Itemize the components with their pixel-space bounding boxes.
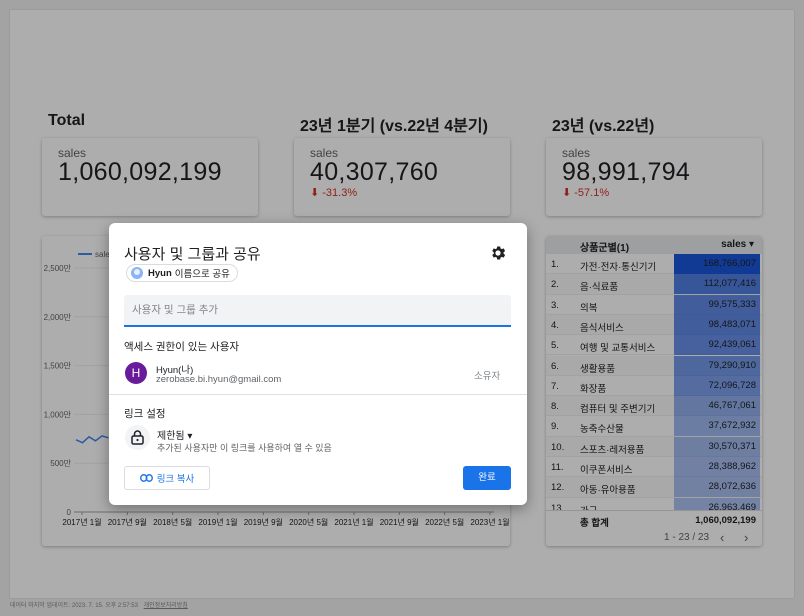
access-level-dropdown[interactable]: 제한됨 ▾ <box>157 427 192 442</box>
access-description: 추가된 사용자만 이 링크를 사용하여 열 수 있음 <box>157 443 332 453</box>
user-role: 소유자 <box>474 371 501 382</box>
chip-name: Hyun <box>148 267 172 279</box>
add-people-input[interactable] <box>124 295 511 327</box>
divider <box>109 394 527 395</box>
share-as-chip[interactable]: Hyun 이름으로 공유 <box>126 264 238 282</box>
access-heading: 액세스 권한이 있는 사용자 <box>124 341 240 353</box>
share-dialog: 사용자 및 그룹과 공유 Hyun 이름으로 공유 액세스 권한이 있는 사용자… <box>109 223 527 505</box>
user-email: zerobase.bi.hyun@gmail.com <box>156 374 282 385</box>
avatar: H <box>125 362 147 384</box>
link-settings-heading: 링크 설정 <box>124 408 166 420</box>
done-button[interactable]: 완료 <box>463 466 511 490</box>
lock-icon <box>125 425 150 450</box>
link-icon <box>139 474 153 482</box>
copy-link-button[interactable]: 링크 복사 <box>124 466 210 490</box>
avatar <box>131 267 143 279</box>
copy-link-label: 링크 복사 <box>156 474 195 485</box>
chip-suffix: 이름으로 공유 <box>174 269 230 280</box>
dialog-title: 사용자 및 그룹과 공유 <box>124 246 261 263</box>
gear-icon[interactable] <box>489 244 507 262</box>
